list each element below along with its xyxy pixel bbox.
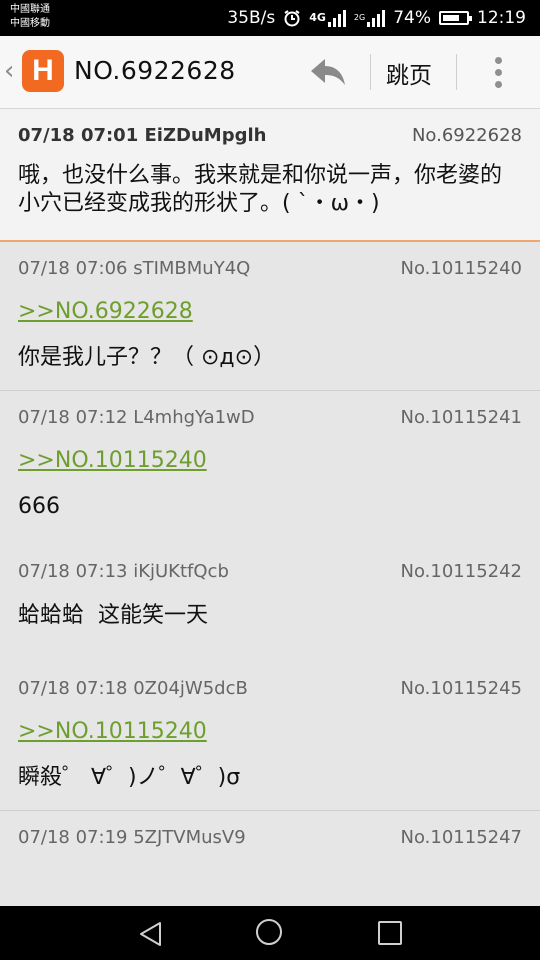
post-text: 你是我儿子？？（ ⊙д⊙） (18, 345, 276, 370)
post-datetime: 07/18 07:12 (18, 407, 128, 428)
quote-link[interactable]: >>NO.10115240 (18, 448, 207, 473)
post-meta: 07/18 07:01 EiZDuMpglh No.6922628 (18, 125, 522, 146)
post-number: No.10115245 (400, 678, 523, 699)
post-datetime: 07/18 07:19 (18, 827, 128, 848)
post-meta: 07/18 07:19 5ZJTVMusV9 No.10115247 (18, 827, 522, 848)
reply-post: 07/18 07:12 L4mhgYa1wD No.10115241 >>NO.… (0, 391, 540, 539)
post-datetime: 07/18 07:01 (18, 125, 139, 146)
post-datetime: 07/18 07:06 (18, 258, 128, 279)
reply-post: 07/18 07:13 iKjUKtfQcb No.10115242 蛤蛤蛤 这… (0, 539, 540, 648)
post-meta: 07/18 07:18 0Z04jW5dcB No.10115245 (18, 678, 522, 699)
reply-post: 07/18 07:06 sTIMBMuY4Q No.10115240 >>NO.… (0, 242, 540, 391)
post-text: 蛤蛤蛤 这能笑一天 (18, 603, 208, 628)
reply-post: 07/18 07:19 5ZJTVMusV9 No.10115247 (0, 811, 540, 886)
post-user-id: 0Z04jW5dcB (133, 678, 248, 699)
thread-title: NO.6922628 (74, 56, 236, 85)
post-user-id: sTIMBMuY4Q (133, 258, 251, 279)
quote-link[interactable]: >>NO.10115240 (18, 719, 207, 744)
reply-button[interactable] (306, 52, 350, 92)
post-number: No.10115240 (400, 258, 523, 279)
post-datetime: 07/18 07:13 (18, 561, 128, 582)
toolbar-divider (370, 54, 371, 90)
nav-back-icon[interactable] (138, 921, 164, 947)
thread-content[interactable]: 07/18 07:01 EiZDuMpglh No.6922628 哦，也没什么… (0, 109, 540, 906)
app-bar: ‹ H NO.6922628 跳页 (0, 36, 540, 109)
reply-arrow-icon (311, 59, 345, 85)
post-text: 瞬殺゜ ∀゜)ノ゜∀゜)σ (18, 765, 241, 790)
post-meta: 07/18 07:06 sTIMBMuY4Q No.10115240 (18, 258, 522, 279)
clock: 12:19 (477, 8, 526, 28)
network-4g-label: 4G (309, 11, 326, 24)
post-user-id: L4mhgYa1wD (133, 407, 255, 428)
signal-4g-icon: 4G (309, 9, 346, 27)
reply-post: 07/18 07:18 0Z04jW5dcB No.10115245 >>NO.… (0, 648, 540, 811)
nav-recents-icon[interactable] (378, 921, 402, 945)
status-bar: 中國聯通 中國移動 35B/s 4G 2G 74% 12:19 (0, 0, 540, 36)
post-user-id: iKjUKtfQcb (133, 561, 229, 582)
battery-percent: 74% (393, 8, 431, 28)
alarm-icon (283, 9, 301, 27)
jump-page-button[interactable]: 跳页 (386, 56, 432, 90)
post-meta: 07/18 07:12 L4mhgYa1wD No.10115241 (18, 407, 522, 428)
nav-home-icon[interactable] (256, 919, 282, 945)
more-options-icon[interactable] (484, 52, 512, 92)
post-number: No.10115241 (400, 407, 523, 428)
post-number: No.6922628 (411, 125, 522, 146)
post-user-id: 5ZJTVMusV9 (133, 827, 246, 848)
system-nav-bar (0, 906, 540, 960)
battery-fill (443, 15, 460, 21)
post-text: 哦，也没什么事。我来就是和你说一声，你老婆的小穴已经变成我的形状了。( `・ω・… (18, 163, 503, 216)
network-speed: 35B/s (227, 8, 276, 28)
post-number: No.10115242 (400, 561, 523, 582)
original-post: 07/18 07:01 EiZDuMpglh No.6922628 哦，也没什么… (0, 109, 540, 242)
network-2g-label: 2G (353, 13, 366, 22)
post-meta: 07/18 07:13 iKjUKtfQcb No.10115242 (18, 561, 522, 582)
app-logo-icon[interactable]: H (22, 50, 64, 92)
back-chevron-icon[interactable]: ‹ (4, 56, 14, 86)
carrier-1: 中國聯通 (10, 4, 50, 15)
carrier-2: 中國移動 (10, 18, 50, 29)
signal-bars-2 (367, 9, 386, 27)
signal-bars-1 (327, 9, 346, 27)
quote-link[interactable]: >>NO.6922628 (18, 299, 193, 324)
post-datetime: 07/18 07:18 (18, 678, 128, 699)
post-text: 666 (18, 494, 60, 519)
battery-icon (439, 11, 472, 25)
post-number: No.10115247 (400, 827, 523, 848)
status-icons: 35B/s 4G 2G 74% 12:19 (227, 0, 526, 36)
carrier-labels: 中國聯通 中國移動 (10, 3, 50, 31)
post-user-id: EiZDuMpglh (144, 125, 267, 146)
toolbar-divider (456, 54, 457, 90)
signal-2g-icon: 2G (353, 9, 386, 27)
